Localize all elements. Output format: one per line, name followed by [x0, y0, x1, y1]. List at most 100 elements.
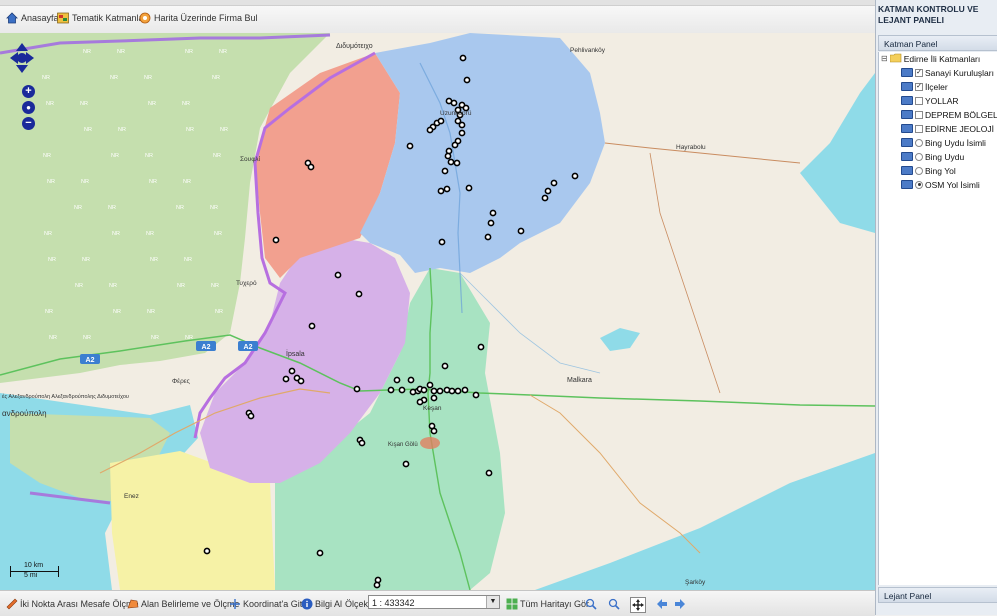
industry-point[interactable]	[316, 549, 324, 557]
industry-point[interactable]	[485, 469, 493, 477]
collapse-icon[interactable]: ⊟	[881, 54, 888, 63]
industry-point[interactable]	[477, 343, 485, 351]
industry-point[interactable]	[487, 219, 495, 227]
industry-point[interactable]	[571, 172, 579, 180]
pan-arrows-icon[interactable]	[8, 41, 36, 75]
industry-point[interactable]	[437, 117, 445, 125]
industry-point[interactable]	[438, 238, 446, 246]
layer-item[interactable]: Bing Uydu İsimli	[901, 136, 986, 149]
industry-point[interactable]	[517, 227, 525, 235]
thematic-layers-button[interactable]: Tematik Katmanlar	[57, 11, 147, 25]
industry-point[interactable]	[398, 386, 406, 394]
industry-point[interactable]	[402, 460, 410, 468]
full-map-button[interactable]: Tüm Haritayı Gör	[506, 597, 589, 611]
industry-point[interactable]	[463, 76, 471, 84]
layer-panel-header[interactable]: Katman Panel	[878, 35, 997, 51]
industry-point[interactable]	[282, 375, 290, 383]
industry-point[interactable]	[541, 194, 549, 202]
map-canvas[interactable]: Διδυμότειχο Pehlivanköy Uzunköprü Hayrabolu…	[0, 33, 875, 590]
industry-point[interactable]	[448, 387, 456, 395]
industry-point[interactable]	[458, 121, 466, 129]
industry-point[interactable]	[489, 209, 497, 217]
layer-item[interactable]: EDİRNE JEOLOJİ	[901, 122, 994, 135]
industry-point[interactable]	[297, 377, 305, 385]
industry-point[interactable]	[430, 394, 438, 402]
zoom-in-button[interactable]: +	[22, 85, 35, 98]
industry-point[interactable]	[437, 187, 445, 195]
industry-point[interactable]	[544, 187, 552, 195]
industry-point[interactable]	[451, 141, 459, 149]
zoom-world-button[interactable]: ●	[22, 101, 35, 114]
layer-item[interactable]: YOLLAR	[901, 94, 959, 107]
layer-item[interactable]: Bing Uydu	[901, 150, 964, 163]
goto-coordinate-button[interactable]: Koordinat'a Git	[229, 597, 302, 611]
layer-radio[interactable]	[915, 180, 923, 189]
zoom-out-tool-button[interactable]	[608, 597, 620, 611]
info-button[interactable]: Bilgi Al	[301, 597, 342, 611]
industry-point[interactable]	[272, 236, 280, 244]
forward-button[interactable]	[674, 597, 686, 611]
industry-point[interactable]	[443, 185, 451, 193]
zoom-out-button[interactable]: −	[22, 117, 35, 130]
industry-point[interactable]	[430, 427, 438, 435]
industry-point[interactable]	[407, 376, 415, 384]
zoom-in-tool-button[interactable]	[585, 597, 597, 611]
industry-point[interactable]	[459, 54, 467, 62]
industry-point[interactable]	[307, 163, 315, 171]
industry-point[interactable]	[406, 142, 414, 150]
industry-point[interactable]	[373, 581, 381, 589]
measure-distance-button[interactable]: İki Nokta Arası Mesafe Ölçme	[6, 597, 139, 611]
industry-point[interactable]	[441, 362, 449, 370]
layer-radio[interactable]	[915, 138, 923, 147]
industry-point[interactable]	[426, 126, 434, 134]
industry-point[interactable]	[288, 367, 296, 375]
industry-point[interactable]	[416, 398, 424, 406]
layer-item[interactable]: OSM Yol İsimli	[901, 178, 980, 191]
industry-point[interactable]	[461, 386, 469, 394]
industry-point[interactable]	[353, 385, 361, 393]
layer-item[interactable]: ✓ Sanayi Kuruluşları	[901, 66, 994, 79]
industry-point[interactable]	[420, 386, 428, 394]
industry-point[interactable]	[436, 387, 444, 395]
map-view[interactable]: Διδυμότειχο Pehlivanköy Uzunköprü Hayrabolu…	[0, 33, 875, 590]
industry-point[interactable]	[450, 99, 458, 107]
industry-point[interactable]	[447, 158, 455, 166]
industry-point[interactable]	[453, 159, 461, 167]
find-company-button[interactable]: Harita Üzerinde Firma Bul	[139, 11, 258, 25]
layer-checkbox[interactable]	[915, 110, 923, 119]
industry-point[interactable]	[472, 391, 480, 399]
industry-point[interactable]	[484, 233, 492, 241]
pan-control[interactable]: + ● −	[8, 41, 36, 131]
industry-point[interactable]	[441, 167, 449, 175]
industry-point[interactable]	[444, 152, 452, 160]
industry-point[interactable]	[355, 290, 363, 298]
industry-point[interactable]	[358, 439, 366, 447]
industry-point[interactable]	[550, 179, 558, 187]
layer-item[interactable]: Bing Yol	[901, 164, 956, 177]
area-measure-button[interactable]: Alan Belirleme ve Ölçme	[127, 597, 240, 611]
pan-tool-button[interactable]	[630, 597, 646, 613]
industry-point[interactable]	[393, 376, 401, 384]
layer-checkbox[interactable]	[915, 96, 923, 105]
industry-point[interactable]	[465, 184, 473, 192]
tree-root[interactable]: ⊟ Edirne İli Katmanları	[881, 52, 980, 65]
layer-checkbox[interactable]: ✓	[915, 68, 923, 77]
layer-radio[interactable]	[915, 152, 923, 161]
chevron-down-icon[interactable]: ▼	[486, 596, 499, 608]
industry-point[interactable]	[454, 387, 462, 395]
legend-panel-header[interactable]: Lejant Panel	[878, 587, 997, 603]
industry-point[interactable]	[430, 387, 438, 395]
industry-point[interactable]	[247, 412, 255, 420]
layer-checkbox[interactable]: ✓	[915, 82, 923, 91]
layer-item[interactable]: ✓ İlçeler	[901, 80, 948, 93]
industry-point[interactable]	[387, 386, 395, 394]
layer-item[interactable]: DEPREM BÖLGELERİ	[901, 108, 997, 121]
layer-checkbox[interactable]	[915, 124, 923, 133]
back-button[interactable]	[656, 597, 668, 611]
industry-point[interactable]	[308, 322, 316, 330]
home-button[interactable]: Anasayfa	[6, 11, 59, 25]
scale-select[interactable]: 1 : 433342 ▼	[368, 595, 500, 609]
industry-point[interactable]	[458, 129, 466, 137]
industry-point[interactable]	[334, 271, 342, 279]
industry-point[interactable]	[426, 381, 434, 389]
